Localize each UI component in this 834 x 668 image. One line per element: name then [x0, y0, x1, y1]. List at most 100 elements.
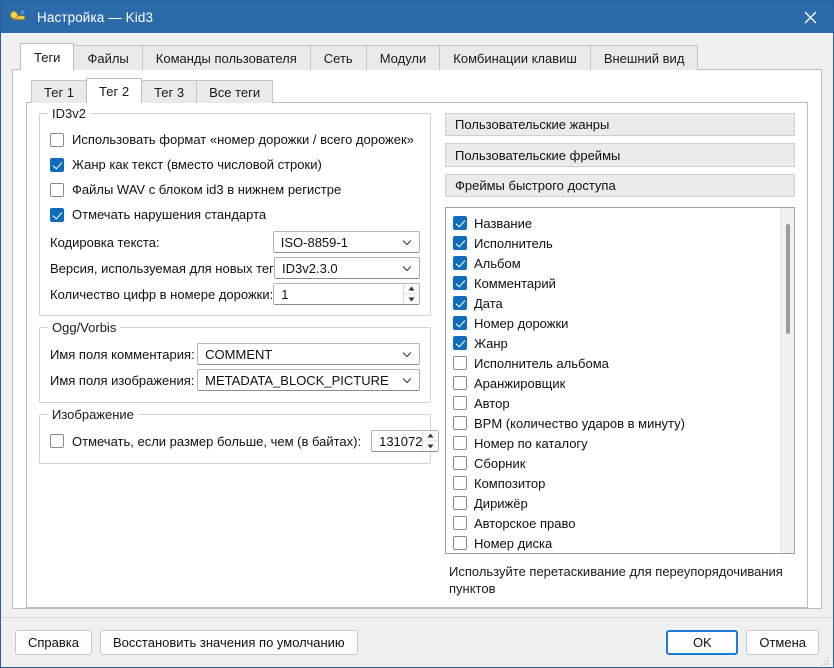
spin-up-icon[interactable] [423, 431, 439, 441]
list-item[interactable]: Номер дорожки [453, 313, 780, 333]
list-item[interactable]: Автор [453, 393, 780, 413]
checkbox-wav-lowercase-id3[interactable] [50, 182, 64, 197]
tab-network[interactable]: Сеть [309, 45, 367, 70]
checkbox-frame[interactable] [453, 356, 467, 371]
option-track-number-total[interactable]: Использовать формат «номер дорожки / все… [50, 127, 420, 152]
subtab-all-tags[interactable]: Все теги [196, 80, 274, 103]
list-item[interactable]: Номер по каталогу [453, 433, 780, 453]
option-genre-as-text[interactable]: Жанр как текст (вместо числовой строки) [50, 152, 420, 177]
sub-tab-bar: Тег 1 Тег 2 Тег 3 Все теги [13, 78, 821, 103]
frame-list: Название Исполнитель Альбом Комментарий … [446, 208, 780, 553]
checkbox-frame[interactable] [453, 516, 467, 531]
checkbox-genre-as-text[interactable] [50, 157, 64, 172]
list-item[interactable]: Номер диска [453, 533, 780, 553]
list-vertical-scrollbar[interactable] [780, 208, 794, 554]
tab-plugins[interactable]: Модули [365, 45, 441, 70]
list-item[interactable]: Композитор [453, 473, 780, 493]
spinner-buttons [403, 284, 419, 304]
subtab-tag1[interactable]: Тег 1 [31, 80, 88, 103]
list-item[interactable]: Жанр [453, 333, 780, 353]
section-custom-genres[interactable]: Пользовательские жанры [445, 113, 795, 137]
list-item[interactable]: Аранжировщик [453, 373, 780, 393]
list-item[interactable]: Сборник [453, 453, 780, 473]
spinner-buttons [422, 431, 439, 451]
checkbox-frame[interactable] [453, 236, 467, 251]
list-item-label: BPM (количество ударов в минуту) [474, 415, 685, 431]
checkbox-frame[interactable] [453, 376, 467, 391]
main-tab-bar: Теги Файлы Команды пользователя Сеть Мод… [12, 43, 822, 70]
list-item[interactable]: Название [453, 213, 780, 233]
list-item[interactable]: Авторское право [453, 513, 780, 533]
list-item[interactable]: Исполнитель альбома [453, 353, 780, 373]
list-item[interactable]: Дирижёр [453, 493, 780, 513]
chevron-down-icon [401, 374, 413, 386]
title-bar: Настройка — Kid3 [1, 1, 833, 33]
subtab-tag3[interactable]: Тег 3 [141, 80, 198, 103]
checkbox-frame[interactable] [453, 476, 467, 491]
subtab-label: Тег 2 [99, 83, 130, 99]
checkbox-frame[interactable] [453, 456, 467, 471]
resize-grip-icon[interactable] [820, 654, 830, 665]
option-label: Файлы WAV с блоком id3 в нижнем регистре [72, 182, 342, 197]
option-mark-standard-violations[interactable]: Отмечать нарушения стандарта [50, 202, 420, 227]
ok-button[interactable]: OK [666, 630, 739, 655]
chevron-down-icon [401, 348, 413, 360]
checkbox-frame[interactable] [453, 296, 467, 311]
checkbox-frame[interactable] [453, 336, 467, 351]
comment-field-combobox[interactable]: COMMENT [197, 343, 420, 365]
spin-down-icon[interactable] [423, 441, 438, 451]
checkbox-frame[interactable] [453, 256, 467, 271]
spin-up-icon[interactable] [404, 284, 419, 294]
scrollbar-thumb[interactable] [786, 224, 790, 335]
list-item[interactable]: Дата [453, 293, 780, 313]
list-item[interactable]: Комментарий [453, 273, 780, 293]
picture-field-label: Имя поля изображения: [50, 372, 195, 388]
picture-field-combobox[interactable]: METADATA_BLOCK_PICTURE [197, 369, 420, 391]
checkbox-frame[interactable] [453, 396, 467, 411]
help-button[interactable]: Справка [15, 630, 92, 655]
list-item[interactable]: Альбом [453, 253, 780, 273]
version-for-new-tags-value: ID3v2.3.0 [282, 260, 338, 276]
cancel-button[interactable]: Отмена [746, 630, 819, 655]
button-label: OK [692, 635, 712, 650]
tab-tags[interactable]: Теги [20, 43, 75, 70]
tab-shortcuts[interactable]: Комбинации клавиш [439, 45, 591, 70]
tab-files[interactable]: Файлы [73, 45, 143, 70]
tab-user-commands[interactable]: Команды пользователя [141, 45, 311, 70]
list-item[interactable]: BPM (количество ударов в минуту) [453, 413, 780, 433]
chevron-down-icon [401, 236, 413, 248]
option-label: Отмечать нарушения стандарта [72, 207, 267, 222]
list-item[interactable]: Исполнитель [453, 233, 780, 253]
dialog-body: Теги Файлы Команды пользователя Сеть Мод… [1, 33, 833, 609]
list-item-label: Исполнитель [474, 235, 553, 251]
quick-access-frames-listbox[interactable]: Название Исполнитель Альбом Комментарий … [445, 207, 795, 555]
track-number-digits-spinbox[interactable]: 1 [273, 283, 420, 305]
close-icon[interactable] [787, 1, 833, 33]
checkbox-image-size-warning[interactable] [50, 434, 64, 448]
checkbox-frame[interactable] [453, 496, 467, 511]
subtab-label: Все теги [209, 84, 261, 100]
list-item-label: Авторское право [474, 515, 576, 531]
checkbox-frame[interactable] [453, 416, 467, 431]
checkbox-mark-standard-violations[interactable] [50, 207, 64, 222]
tab-label: Комбинации клавиш [453, 50, 577, 66]
subtab-tag2[interactable]: Тег 2 [86, 78, 143, 103]
checkbox-frame[interactable] [453, 276, 467, 291]
checkbox-frame[interactable] [453, 536, 467, 551]
section-custom-frames[interactable]: Пользовательские фреймы [445, 143, 795, 167]
image-size-spinbox[interactable]: 131072 [371, 430, 440, 452]
checkbox-track-number-total[interactable] [50, 132, 64, 147]
id3v2-group: ID3v2 Использовать формат «номер дорожки… [39, 106, 431, 316]
restore-defaults-button[interactable]: Восстановить значения по умолчанию [100, 630, 358, 655]
text-encoding-combobox[interactable]: ISO-8859-1 [272, 231, 420, 253]
spin-down-icon[interactable] [404, 294, 419, 304]
tab-label: Сеть [323, 50, 353, 66]
comment-field-row: Имя поля комментария: COMMENT [50, 341, 420, 367]
checkbox-frame[interactable] [453, 216, 467, 231]
version-for-new-tags-combobox[interactable]: ID3v2.3.0 [274, 257, 420, 279]
option-wav-lowercase-id3[interactable]: Файлы WAV с блоком id3 в нижнем регистре [50, 177, 420, 202]
checkbox-frame[interactable] [453, 436, 467, 451]
checkbox-frame[interactable] [453, 316, 467, 331]
section-quick-access-frames[interactable]: Фреймы быстрого доступа [445, 173, 795, 198]
tab-appearance[interactable]: Внешний вид [589, 45, 699, 70]
